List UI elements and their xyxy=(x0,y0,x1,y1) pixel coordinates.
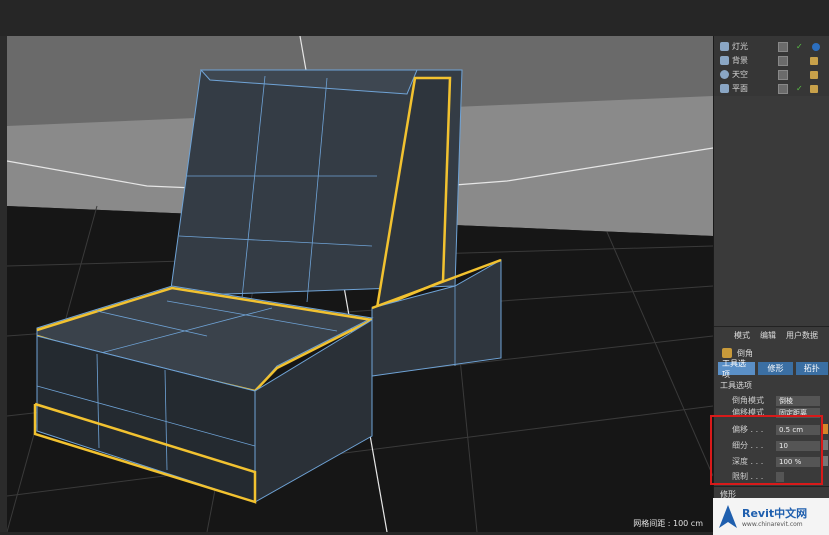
background-icon xyxy=(720,56,729,65)
panel-divider xyxy=(714,486,829,487)
tab-topology[interactable]: 拓扑 xyxy=(795,362,828,375)
visibility-toggle[interactable] xyxy=(778,83,788,94)
section-title: 工具选项 xyxy=(720,381,752,390)
light-icon xyxy=(720,42,729,51)
watermark-logo: Revit中文网 www.chinarevit.com xyxy=(713,498,829,535)
param-bevel-mode: 倒角模式 倒棱 xyxy=(732,395,828,406)
plane-icon xyxy=(720,84,729,93)
visibility-toggle[interactable] xyxy=(778,69,788,80)
object-item-plane[interactable]: 平面 ✓ xyxy=(720,82,818,95)
object-item-sky[interactable]: 天空 xyxy=(720,68,818,81)
target-tag-icon[interactable] xyxy=(812,42,820,51)
red-highlight-box xyxy=(710,415,823,485)
sky-icon xyxy=(720,70,729,79)
tab-shaping[interactable]: 修形 xyxy=(758,362,793,375)
3d-viewport[interactable]: 网格间距 : 100 cm xyxy=(7,36,713,532)
visibility-toggle[interactable] xyxy=(778,41,788,52)
material-tag-icon[interactable] xyxy=(810,56,818,65)
panel-divider xyxy=(714,326,829,327)
watermark-name: Revit中文网 xyxy=(742,507,808,520)
menu-user-data[interactable]: 用户数据 xyxy=(786,330,818,341)
attributes-menu: 模式 编辑 用户数据 xyxy=(714,328,829,342)
check-icon[interactable]: ✓ xyxy=(796,84,803,93)
material-tag-icon[interactable] xyxy=(810,84,818,93)
viewport-scene xyxy=(7,36,713,532)
object-manager: 灯光 ✓ 背景 天空 平面 ✓ xyxy=(714,36,829,96)
menu-mode[interactable]: 模式 xyxy=(734,330,750,341)
watermark-url: www.chinarevit.com xyxy=(742,521,803,528)
bevel-mode-select[interactable]: 倒棱 xyxy=(776,395,820,406)
tab-tool-options[interactable]: 工具选项 xyxy=(718,359,756,379)
check-icon[interactable]: ✓ xyxy=(796,42,803,51)
material-tag-icon[interactable] xyxy=(810,70,818,79)
visibility-toggle[interactable] xyxy=(778,55,788,66)
object-item-background[interactable]: 背景 xyxy=(720,54,818,67)
grid-spacing-label: 网格间距 : 100 cm xyxy=(633,519,703,528)
revit-logo-icon xyxy=(719,504,737,528)
attribute-tabs: 工具选项 修形 拓扑 xyxy=(718,359,828,379)
object-item-light[interactable]: 灯光 ✓ xyxy=(720,40,820,53)
top-toolbar xyxy=(0,0,829,36)
menu-edit[interactable]: 编辑 xyxy=(760,330,776,341)
bevel-tool-icon xyxy=(722,348,732,358)
